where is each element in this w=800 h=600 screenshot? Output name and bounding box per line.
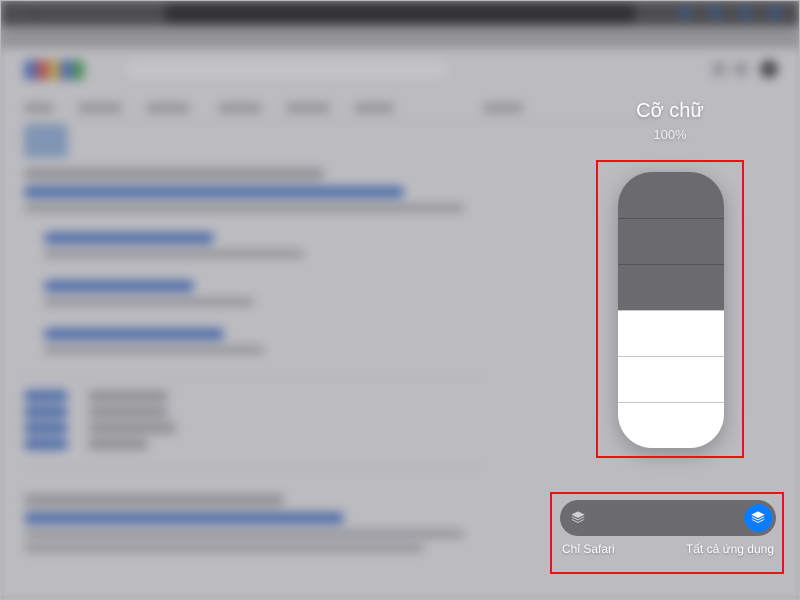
panel-title: Cỡ chữ [636, 100, 704, 123]
scope-all-apps-label: Tất cả ứng dụng [686, 542, 774, 556]
layers-icon [570, 510, 586, 526]
layers-icon [750, 510, 766, 526]
scope-only-safari-label: Chỉ Safari [562, 542, 615, 556]
scope-labels: Chỉ Safari Tất cả ứng dụng [560, 542, 776, 556]
text-size-slider[interactable] [618, 172, 724, 448]
scope-only-safari-button[interactable] [564, 504, 592, 532]
scope-toggle[interactable] [560, 500, 776, 536]
text-size-panel: Cỡ chữ 100% [560, 100, 780, 142]
text-size-percent: 100% [653, 127, 686, 142]
scope-all-apps-button[interactable] [744, 504, 772, 532]
